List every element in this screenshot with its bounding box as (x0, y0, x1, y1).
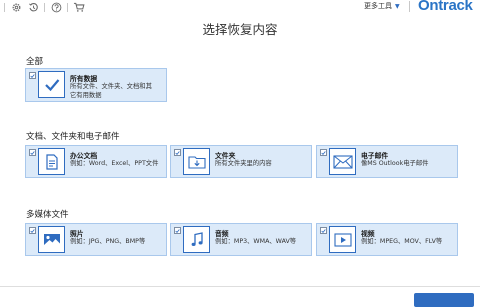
history-icon[interactable] (27, 1, 39, 13)
card-all-data[interactable]: 所有数据 所有文件、文件夹、文档和其 它有用数据 (25, 68, 167, 102)
office-docs-checkbox[interactable] (29, 149, 36, 156)
cart-icon[interactable] (73, 1, 85, 13)
music-icon (183, 226, 210, 253)
toolbar-divider (4, 2, 5, 12)
card-video[interactable]: 视频 例如：MPEG、MOV、FLV等 (316, 223, 458, 256)
section-label-docs: 文档、文件夹和电子邮件 (26, 132, 120, 142)
play-icon (329, 226, 356, 253)
card-description: 所有文件、文件夹、文档和其 它有用数据 (70, 82, 152, 100)
card-description: 所有文件夹里的内容 (215, 160, 272, 167)
image-icon (38, 226, 65, 253)
card-photos[interactable]: 照片 例如：JPG、PNG、BMP等 (25, 223, 167, 256)
card-audio[interactable]: 音频 例如：MP3、WMA、WAV等 (170, 223, 312, 256)
more-tools-dropdown[interactable]: 更多工具 ▼ (364, 1, 400, 11)
folders-checkbox[interactable] (174, 149, 181, 156)
card-description: 例如：MP3、WMA、WAV等 (215, 238, 297, 245)
toolbar-icons (0, 0, 85, 14)
envelope-icon (329, 148, 356, 175)
all-data-checkbox[interactable] (29, 72, 36, 79)
card-description: 例如：Word、Excel、PPT文件 (70, 160, 159, 167)
card-email[interactable]: 电子邮件 像MS Outlook电子邮件 (316, 145, 458, 178)
settings-icon[interactable] (10, 1, 22, 13)
footer-divider (0, 286, 480, 287)
photos-checkbox[interactable] (29, 227, 36, 234)
card-description-line: 所有文件、文件夹、文档和其 (70, 83, 152, 90)
toolbar-divider (409, 1, 410, 12)
audio-checkbox[interactable] (174, 227, 181, 234)
help-icon[interactable] (50, 1, 62, 13)
email-checkbox[interactable] (320, 149, 327, 156)
card-description: 像MS Outlook电子邮件 (361, 160, 429, 167)
card-description-line: 它有用数据 (70, 92, 102, 99)
section-label-media: 多媒体文件 (26, 210, 69, 220)
video-checkbox[interactable] (320, 227, 327, 234)
next-button[interactable] (414, 293, 474, 307)
document-icon (38, 148, 65, 175)
section-label-all: 全部 (26, 57, 44, 67)
brand-logo: Ontrack (418, 0, 473, 14)
chevron-down-icon: ▼ (395, 2, 400, 10)
toolbar-divider (44, 2, 45, 12)
card-description: 例如：JPG、PNG、BMP等 (70, 238, 146, 245)
toolbar-divider (67, 2, 68, 12)
check-icon (38, 71, 65, 98)
folder-icon (183, 148, 210, 175)
card-folders[interactable]: 文件夹 所有文件夹里的内容 (170, 145, 312, 178)
more-tools-label: 更多工具 (364, 2, 392, 10)
top-bar: 更多工具 ▼ Ontrack (0, 0, 480, 14)
card-office-docs[interactable]: 办公文档 例如：Word、Excel、PPT文件 (25, 145, 167, 178)
page-title: 选择恢复内容 (202, 22, 278, 37)
card-description: 例如：MPEG、MOV、FLV等 (361, 238, 443, 245)
